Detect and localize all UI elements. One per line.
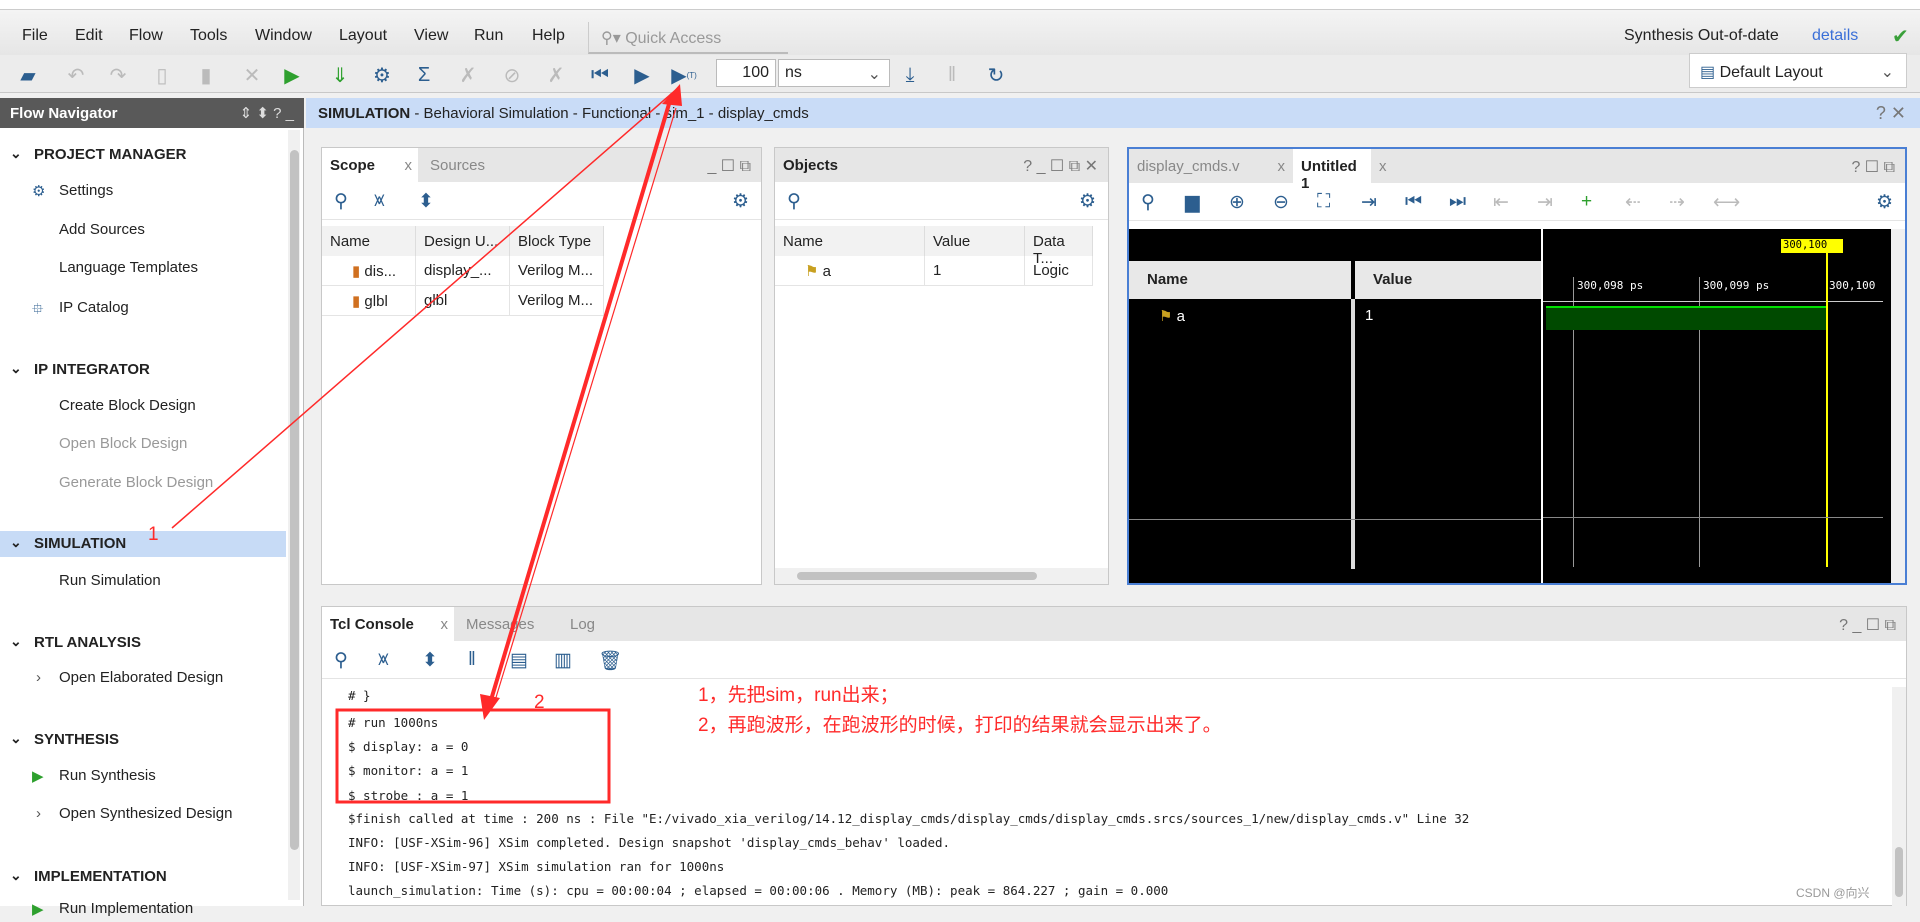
annotation-arrow-thick (486, 93, 674, 711)
annotation-arrow-thin (171, 87, 679, 529)
annotation-note-2: 2，再跑波形，在跑波形的时候，打印的结果就会显示出来了。 (698, 715, 1222, 736)
annotation-label-1: 1 (148, 524, 159, 545)
annotation-box (335, 708, 611, 804)
annotation-arrow-thin (493, 107, 677, 705)
arrowhead-icon (662, 84, 682, 106)
watermark: CSDN @向兴 (1796, 886, 1870, 900)
annotation-note-1: 1，先把sim，run出来； (698, 685, 899, 706)
arrowhead-icon (480, 694, 500, 720)
annotation-label-2: 2 (534, 692, 545, 713)
annotation-overlay (171, 84, 682, 804)
